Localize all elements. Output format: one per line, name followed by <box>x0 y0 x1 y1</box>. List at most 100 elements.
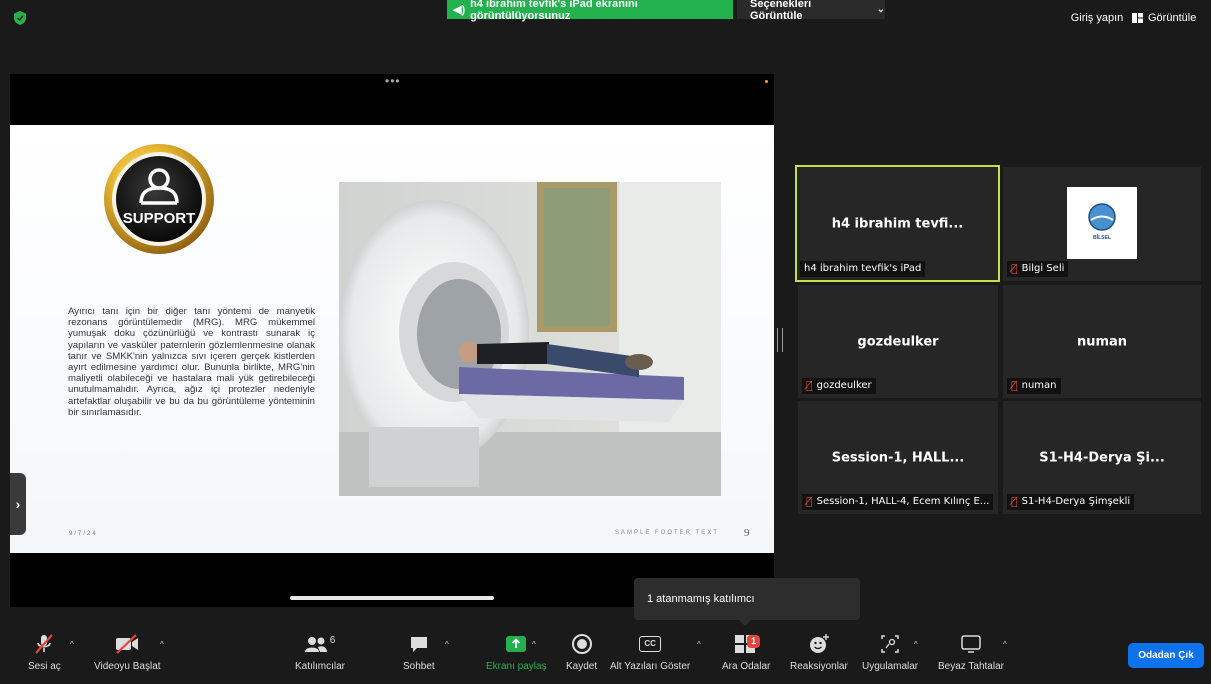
apps-options-caret[interactable]: ^ <box>914 640 918 649</box>
globe-logo-icon: BİLSEL <box>1088 203 1116 241</box>
participant-tile[interactable]: gozdeulker 🎙̸ gozdeulker <box>798 285 998 398</box>
presentation-slide: SUPPORT Ayırıcı tanı için bir diğer tanı… <box>10 125 774 553</box>
unmute-button[interactable]: Sesi aç <box>28 632 61 672</box>
mic-muted-icon <box>35 634 54 654</box>
reactions-icon <box>809 634 829 653</box>
captions-button[interactable]: CC Alt Yazıları Göster <box>610 632 690 672</box>
view-layout-icon <box>1132 13 1143 23</box>
captions-icon: CC <box>639 632 662 656</box>
breakout-label: Ara Odalar <box>722 661 771 672</box>
chat-button[interactable]: Sohbet <box>403 632 435 672</box>
security-shield-icon[interactable] <box>14 11 26 25</box>
participant-label-text: numan <box>1021 380 1057 391</box>
whiteboard-icon <box>961 635 981 653</box>
participants-count: 6 <box>329 634 336 646</box>
muted-mic-icon: 🎙̸ <box>1011 379 1018 392</box>
chat-label: Sohbet <box>403 661 435 672</box>
participant-label: 🎙̸ gozdeulker <box>802 378 876 394</box>
participants-label: Katılımcılar <box>295 661 346 672</box>
more-options-icon[interactable]: ••• <box>385 75 401 87</box>
breakout-rooms-button[interactable]: 1 Ara Odalar <box>722 632 770 672</box>
mri-scanner-image <box>339 182 721 496</box>
start-video-label: Videoyu Başlat <box>94 661 161 672</box>
participant-label-text: gozdeulker <box>816 380 872 391</box>
login-button[interactable]: Giriş yapın <box>1066 8 1128 28</box>
view-button-label: Görüntüle <box>1148 12 1197 24</box>
breakout-tooltip: 1 atanmamış katılımcı <box>634 578 860 626</box>
participant-label: h4 ibrahim tevfik's iPad <box>800 261 926 277</box>
participant-label: 🎙̸ Session-1, HALL-4, Ecem Kılınç E... <box>802 494 994 510</box>
reactions-button[interactable]: Reaksiyonlar <box>790 632 848 672</box>
participant-name: numan <box>1076 334 1128 349</box>
muted-mic-icon: 🎙̸ <box>806 495 813 508</box>
meeting-toolbar: Sesi aç ^ Videoyu Başlat ^ 6 Katılımcıla… <box>0 626 1211 684</box>
bilgi-logo-text: BİLSEL <box>1093 234 1111 241</box>
muted-mic-icon: 🎙̸ <box>1011 495 1018 508</box>
audio-options-caret[interactable]: ^ <box>70 640 74 649</box>
apps-button[interactable]: Uygulamalar <box>862 632 918 672</box>
whiteboard-label: Beyaz Tahtalar <box>938 661 1004 672</box>
reactions-label: Reaksiyonlar <box>790 661 848 672</box>
cc-icon: CC <box>639 636 662 652</box>
view-options-label: Seçenekleri Görüntüle <box>750 0 812 22</box>
chevron-down-icon: ⌄ <box>876 4 885 15</box>
participant-label-text: Bilgi Seli <box>1021 263 1065 274</box>
slide-page-number: 9 <box>744 527 750 539</box>
video-options-caret[interactable]: ^ <box>160 640 164 649</box>
participant-label: 🎙̸ numan <box>1007 378 1061 394</box>
bilgi-seli-logo: BİLSEL <box>1067 187 1137 259</box>
share-banner-text: h4 ibrahim tevfik's iPad ekranını görünt… <box>470 0 638 22</box>
participant-name: h4 ibrahim tevfi... <box>831 216 964 231</box>
participant-label: 🎙̸ S1-H4-Derya Şimşekli <box>1007 494 1135 510</box>
participant-name: S1-H4-Derya Şi... <box>1039 450 1165 465</box>
muted-mic-icon: 🎙̸ <box>1011 262 1018 275</box>
split-resize-handle[interactable] <box>777 328 783 352</box>
participant-name: gozdeulker <box>857 334 939 349</box>
participant-tile[interactable]: h4 ibrahim tevfi... h4 ibrahim tevfik's … <box>795 165 1000 282</box>
start-video-button[interactable]: Videoyu Başlat <box>94 632 161 672</box>
expand-panel-button[interactable]: › <box>10 473 26 535</box>
participant-label-text: Session-1, HALL-4, Ecem Kılınç E... <box>816 496 990 507</box>
video-off-icon <box>116 634 139 654</box>
participant-label: 🎙̸ Bilgi Seli <box>1007 261 1069 277</box>
participants-button[interactable]: 6 Katılımcılar <box>295 632 346 673</box>
record-label: Kaydet <box>566 661 598 672</box>
slide-footer: SAMPLE FOOTER TEXT <box>615 530 719 536</box>
share-screen-label: Ekranı paylaş <box>486 661 547 672</box>
unmute-label: Sesi aç <box>28 661 61 672</box>
home-indicator <box>290 596 494 600</box>
zoom-meeting-window: ◀) h4 ibrahim tevfik's iPad ekranını gör… <box>0 0 1211 684</box>
share-screen-icon <box>506 636 527 652</box>
participant-tile[interactable]: S1-H4-Derya Şi... 🎙̸ S1-H4-Derya Şimşekl… <box>1003 401 1201 514</box>
speaker-icon: ◀) <box>453 4 466 16</box>
slide-date: 9/7/24 <box>69 531 98 537</box>
captions-label: Alt Yazıları Göster <box>610 661 691 672</box>
chevron-right-icon: › <box>15 496 21 512</box>
whiteboard-options-caret[interactable]: ^ <box>1003 640 1007 649</box>
participant-tile[interactable]: numan 🎙̸ numan <box>1003 285 1201 398</box>
slide-body-text: Ayırıcı tanı için bir diğer tanı yöntemi… <box>68 306 315 418</box>
participant-tile[interactable]: Session-1, HALL... 🎙̸ Session-1, HALL-4,… <box>798 401 998 514</box>
chat-options-caret[interactable]: ^ <box>445 640 449 649</box>
whiteboard-button[interactable]: Beyaz Tahtalar <box>938 632 1004 672</box>
view-button[interactable]: Görüntüle <box>1132 8 1207 28</box>
apps-icon <box>881 635 899 653</box>
recording-indicator <box>765 80 768 83</box>
muted-mic-icon: 🎙̸ <box>806 379 813 392</box>
share-options-caret[interactable]: ^ <box>532 640 536 649</box>
participant-tile[interactable]: BİLSEL 🎙̸ Bilgi Seli <box>1003 167 1201 281</box>
breakout-icon-wrap: 1 <box>734 632 761 656</box>
participant-label-text: S1-H4-Derya Şimşekli <box>1021 496 1131 507</box>
screen-share-banner: ◀) h4 ibrahim tevfik's iPad ekranını gör… <box>447 0 733 22</box>
captions-options-caret[interactable]: ^ <box>697 640 701 649</box>
leave-room-button[interactable]: Odadan Çık <box>1128 643 1204 668</box>
view-options-button[interactable]: Seçenekleri Görüntüle ⌄ <box>737 0 885 22</box>
participants-icon <box>304 637 327 652</box>
participant-name: Session-1, HALL... <box>831 450 965 465</box>
participants-icon-group: 6 <box>304 632 336 656</box>
support-logo-text: SUPPORT <box>123 210 196 227</box>
record-button[interactable]: Kaydet <box>566 632 597 672</box>
breakout-badge: 1 <box>747 635 761 648</box>
share-screen-button[interactable]: Ekranı paylaş <box>486 632 547 672</box>
apps-label: Uygulamalar <box>862 661 919 672</box>
